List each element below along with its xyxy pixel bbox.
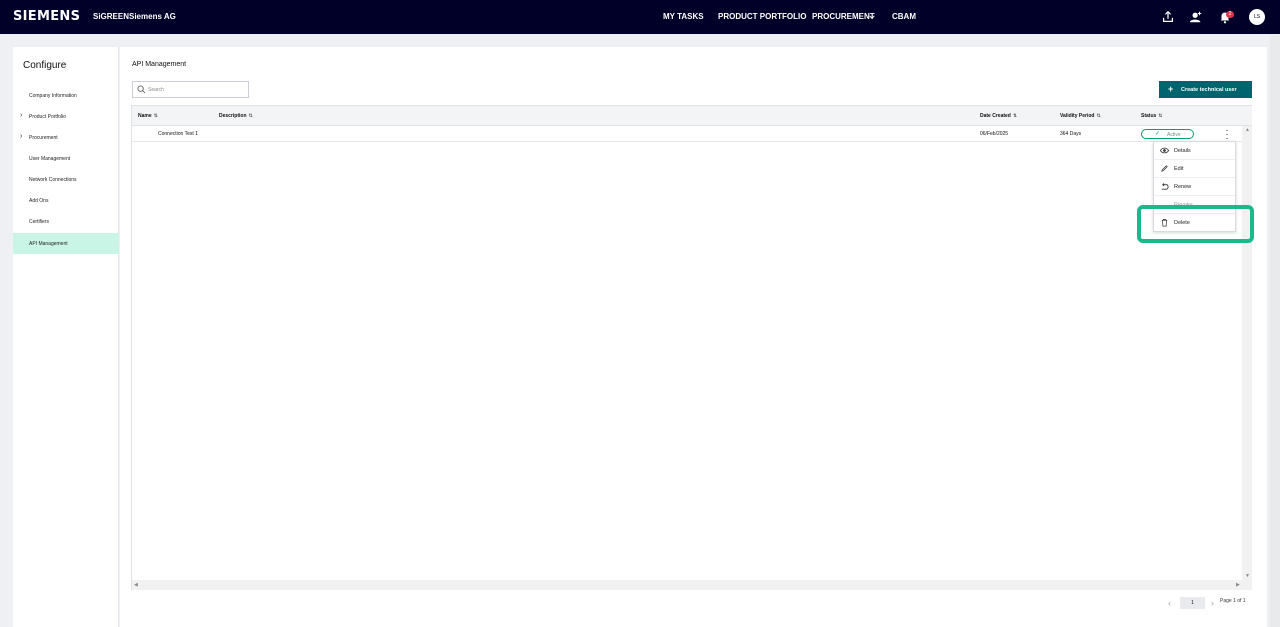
sidebar-item-product-portfolio[interactable]: › Product Portfolio [13,106,119,127]
sidebar-item-label: Network Connections [29,177,77,183]
scroll-up-icon[interactable]: ▲ [1245,127,1250,133]
create-technical-user-button[interactable]: + Create technical user [1159,81,1252,98]
plus-icon: + [1168,84,1174,94]
column-validity-period[interactable]: Validity Period ⇅ [1060,113,1101,119]
page-scrollbar[interactable] [1270,35,1280,627]
pencil-icon [1161,165,1168,172]
sidebar-item-network-connections[interactable]: Network Connections [13,169,119,190]
cell-date-created: 06/Feb/2025 [980,131,1009,137]
column-date-created[interactable]: Date Created ⇅ [980,113,1017,119]
siemens-logo[interactable]: SIEMENS [13,9,80,24]
nav-procurement[interactable]: PROCUREMENT [812,12,875,21]
scroll-down-icon[interactable]: ▼ [1245,573,1250,579]
sidebar-item-add-ons[interactable]: Add Ons [13,190,119,211]
horizontal-scrollbar[interactable]: ◀ ▶ [132,580,1252,590]
nav-cbam[interactable]: CBAM [892,12,916,21]
sort-icon[interactable]: ⇅ [1158,113,1162,119]
chevron-right-icon[interactable]: › [1211,598,1214,608]
table-row[interactable]: Connection Test 1 06/Feb/2025 364 Days ✓… [132,126,1242,143]
search-input[interactable] [148,84,246,95]
sidebar-item-label: Product Portfolio [29,114,66,120]
eye-icon [1160,147,1169,154]
column-status[interactable]: Status ⇅ [1141,113,1162,119]
top-bar: SIEMENS SiGREEN Siemens AG MY TASKS PROD… [0,0,1280,34]
column-description[interactable]: Description ⇅ [219,113,253,119]
vertical-scrollbar[interactable]: ▲ ▼ [1242,126,1252,580]
search-box[interactable] [132,81,249,98]
menu-item-renew[interactable]: Renew [1154,178,1235,196]
page-summary: Page 1 of 1 [1220,598,1246,604]
sidebar-item-company-information[interactable]: Company Information [13,85,119,106]
sidebar-title: Configure [23,60,67,71]
menu-item-edit[interactable]: Edit [1154,160,1235,178]
sidebar-item-label: Add Ons [29,198,49,204]
table-header: Name ⇅ Description ⇅ Date Created ⇅ Validit… [132,106,1252,126]
more-options-icon[interactable]: · · · [1223,126,1231,143]
organization-name[interactable]: Siemens AG [129,12,176,21]
sort-icon[interactable]: ⇅ [154,113,158,119]
sidebar-item-label: Certifiers [29,219,50,225]
notification-badge: 2 [1226,11,1234,18]
sidebar-item-procurement[interactable]: › Procurement [13,127,119,148]
sort-icon[interactable]: ⇅ [1096,113,1100,119]
undo-icon [1161,183,1169,190]
column-label: Name [138,113,152,119]
cell-name: Connection Test 1 [158,131,198,137]
column-label: Description [219,113,247,119]
menu-item-details[interactable]: Details [1154,142,1235,160]
nav-product-portfolio[interactable]: PRODUCT PORTFOLIO [718,12,806,21]
sort-icon[interactable]: ⇅ [1013,113,1017,119]
sort-icon[interactable]: ⇅ [249,113,253,119]
status-badge: ✓ Active [1141,129,1194,139]
sidebar-item-label: Procurement [29,135,58,141]
avatar[interactable]: LS [1249,9,1265,25]
check-icon: ✓ [1155,131,1161,137]
menu-item-label: Details [1174,148,1191,154]
user-add-icon[interactable] [1189,10,1203,24]
search-icon [137,85,146,94]
status-label: Active [1167,132,1181,138]
main-panel: API Management + Create technical user N… [120,47,1267,627]
chevron-right-icon[interactable]: › [20,133,22,140]
chevron-left-icon[interactable]: ‹ [1168,598,1171,608]
menu-item-label: Edit [1174,166,1184,172]
chevron-right-icon[interactable]: › [20,112,22,119]
sidebar-item-user-management[interactable]: User Management [13,148,119,169]
column-name[interactable]: Name ⇅ [138,113,158,119]
api-users-table: Name ⇅ Description ⇅ Date Created ⇅ Validit… [131,105,1252,590]
scroll-left-icon[interactable]: ◀ [134,582,138,588]
sidebar-item-certifiers[interactable]: Certifiers [13,211,119,232]
cell-validity-period: 364 Days [1060,131,1082,137]
column-label: Validity Period [1060,113,1095,119]
column-label: Date Created [980,113,1011,119]
upload-icon[interactable] [1161,10,1175,24]
product-name: SiGREEN [93,12,130,21]
sidebar-item-label: API Management [29,241,68,247]
sidebar-item-api-management[interactable]: API Management [13,233,119,254]
sidebar-item-label: User Management [29,156,71,162]
sidebar-item-label: Company Information [29,93,77,99]
page-number-input[interactable]: 1 [1180,597,1205,609]
menu-item-label: Renew [1174,184,1192,190]
column-label: Status [1141,113,1157,119]
sidebar: Configure Company Information › Product … [13,47,119,627]
page-title: API Management [132,61,187,68]
nav-my-tasks[interactable]: MY TASKS [663,12,704,21]
chevron-down-icon[interactable] [869,14,875,20]
scroll-right-icon[interactable]: ▶ [1236,582,1240,588]
create-button-label: Create technical user [1181,86,1237,93]
delete-highlight-box [1137,205,1254,243]
